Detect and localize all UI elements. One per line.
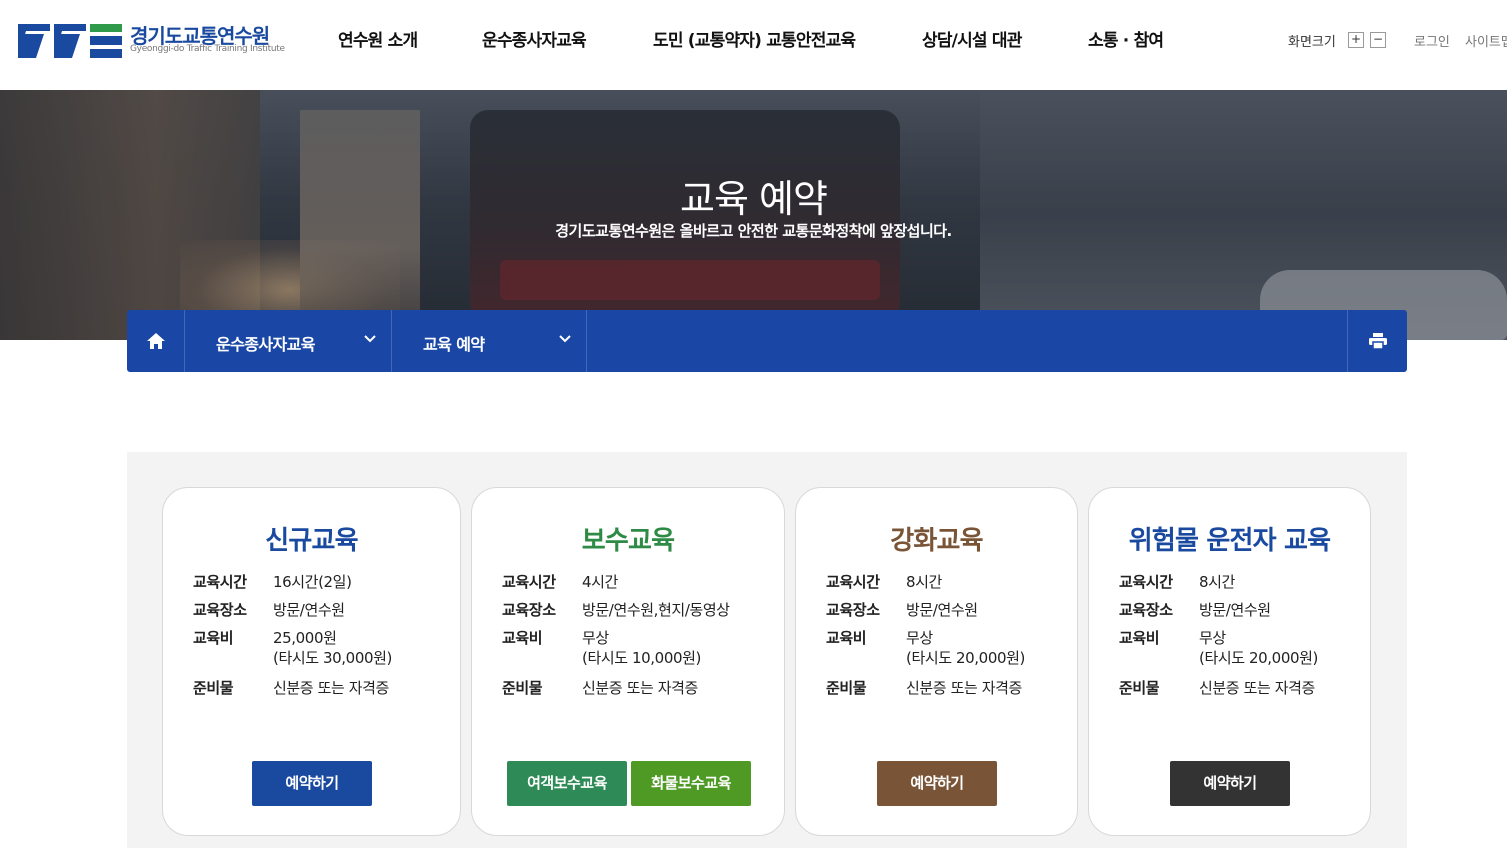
card-new-education: 신규교육 교육시간 16시간(2일) 교육장소 방문/연수원 교육비 25,000원 (… <box>162 487 461 836</box>
logo-mark-icon <box>18 24 122 58</box>
nav-item-citizen-safety-education[interactable]: 도민 (교통약자) 교통안전교육 <box>653 26 856 51</box>
fee-note: (타시도 20,000원) <box>906 649 1025 667</box>
prep-value: 신분증 또는 자격증 <box>1199 679 1315 697</box>
place-label: 교육장소 <box>826 601 880 619</box>
fee-value: 무상 (타시도 20,000원) <box>1199 628 1318 668</box>
prep-label: 준비물 <box>193 679 234 697</box>
time-label: 교육시간 <box>1119 573 1173 591</box>
fee-amount: 무상 <box>906 629 933 647</box>
breadcrumb-depth1-label: 운수종사자교육 <box>216 335 315 354</box>
freight-refresher-button[interactable]: 화물보수교육 <box>631 761 751 806</box>
nav-item-driver-education[interactable]: 운수종사자교육 <box>482 26 587 51</box>
fee-amount: 25,000원 <box>273 629 337 647</box>
font-increase-button[interactable]: + <box>1348 32 1364 48</box>
fee-amount: 무상 <box>582 629 609 647</box>
breadcrumb-depth2-dropdown[interactable]: 교육 예약 <box>392 310 587 372</box>
reserve-hazmat-button[interactable]: 예약하기 <box>1170 761 1290 806</box>
education-cards-section: 신규교육 교육시간 16시간(2일) 교육장소 방문/연수원 교육비 25,000원 (… <box>127 452 1407 848</box>
prep-label: 준비물 <box>502 679 543 697</box>
prep-value: 신분증 또는 자격증 <box>906 679 1022 697</box>
place-value: 방문/연수원 <box>1199 601 1271 619</box>
nav-item-consult-rental[interactable]: 상담/시설 대관 <box>922 26 1022 51</box>
reserve-new-button[interactable]: 예약하기 <box>252 761 372 806</box>
place-value: 방문/연수원 <box>273 601 345 619</box>
time-label: 교육시간 <box>193 573 247 591</box>
chevron-down-icon <box>364 335 376 343</box>
prep-value: 신분증 또는 자격증 <box>582 679 698 697</box>
prep-label: 준비물 <box>826 679 867 697</box>
breadcrumb-depth1-dropdown[interactable]: 운수종사자교육 <box>185 310 392 372</box>
place-label: 교육장소 <box>502 601 556 619</box>
fee-note: (타시도 30,000원) <box>273 649 392 667</box>
page-subtitle: 경기도교통연수원은 올바르고 안전한 교통문화정착에 앞장섭니다. <box>555 222 952 240</box>
hero-banner: 교육 예약 경기도교통연수원은 올바르고 안전한 교통문화정착에 앞장섭니다. <box>0 90 1507 340</box>
breadcrumb: 운수종사자교육 교육 예약 <box>127 310 1407 372</box>
fee-value: 25,000원 (타시도 30,000원) <box>273 628 392 668</box>
time-value: 4시간 <box>582 573 618 591</box>
nav-item-about[interactable]: 연수원 소개 <box>338 26 418 51</box>
time-value: 16시간(2일) <box>273 573 352 591</box>
time-value: 8시간 <box>906 573 942 591</box>
fee-value: 무상 (타시도 10,000원) <box>582 628 701 668</box>
printer-icon <box>1368 333 1387 349</box>
site-header: 경기도교통연수원 Gyeonggi-do Traffic Training In… <box>0 0 1507 90</box>
time-value: 8시간 <box>1199 573 1235 591</box>
nav-item-communication[interactable]: 소통 · 참여 <box>1088 26 1164 51</box>
font-decrease-button[interactable]: − <box>1370 32 1386 48</box>
fee-label: 교육비 <box>502 629 543 647</box>
fee-amount: 무상 <box>1199 629 1226 647</box>
font-size-label: 화면크기 <box>1288 35 1336 50</box>
card-intensive-education: 강화교육 교육시간 8시간 교육장소 방문/연수원 교육비 무상 (타시도 20,000… <box>795 487 1078 836</box>
time-label: 교육시간 <box>826 573 880 591</box>
sitemap-link[interactable]: 사이트맵 <box>1465 31 1507 50</box>
card-title: 강화교육 <box>890 526 983 556</box>
card-title: 보수교육 <box>581 526 675 556</box>
chevron-down-icon <box>559 335 571 343</box>
place-label: 교육장소 <box>193 601 247 619</box>
login-link[interactable]: 로그인 <box>1414 31 1450 50</box>
prep-value: 신분증 또는 자격증 <box>273 679 389 697</box>
fee-value: 무상 (타시도 20,000원) <box>906 628 1025 668</box>
card-hazmat-driver-education: 위험물 운전자 교육 교육시간 8시간 교육장소 방문/연수원 교육비 무상 (타시도 … <box>1088 487 1371 836</box>
site-logo[interactable]: 경기도교통연수원 Gyeonggi-do Traffic Training In… <box>18 18 288 60</box>
fee-label: 교육비 <box>1119 629 1160 647</box>
fee-note: (타시도 20,000원) <box>1199 649 1318 667</box>
card-title: 신규교육 <box>265 526 358 556</box>
logo-subtitle: Gyeonggi-do Traffic Training Institute <box>130 44 285 54</box>
card-title: 위험물 운전자 교육 <box>1128 526 1331 556</box>
time-label: 교육시간 <box>502 573 556 591</box>
card-refresher-education: 보수교육 교육시간 4시간 교육장소 방문/연수원,현지/동영상 교육비 무상 (타시도… <box>471 487 785 836</box>
home-button[interactable] <box>127 310 185 372</box>
page-title: 교육 예약 <box>680 177 828 221</box>
reserve-intensive-button[interactable]: 예약하기 <box>877 761 997 806</box>
passenger-refresher-button[interactable]: 여객보수교육 <box>507 761 627 806</box>
place-value: 방문/연수원,현지/동영상 <box>582 601 730 619</box>
prep-label: 준비물 <box>1119 679 1160 697</box>
fee-label: 교육비 <box>193 629 234 647</box>
place-value: 방문/연수원 <box>906 601 978 619</box>
print-button[interactable] <box>1347 310 1407 372</box>
fee-label: 교육비 <box>826 629 867 647</box>
breadcrumb-depth2-label: 교육 예약 <box>423 335 485 354</box>
place-label: 교육장소 <box>1119 601 1173 619</box>
fee-note: (타시도 10,000원) <box>582 649 701 667</box>
home-icon <box>146 333 165 349</box>
